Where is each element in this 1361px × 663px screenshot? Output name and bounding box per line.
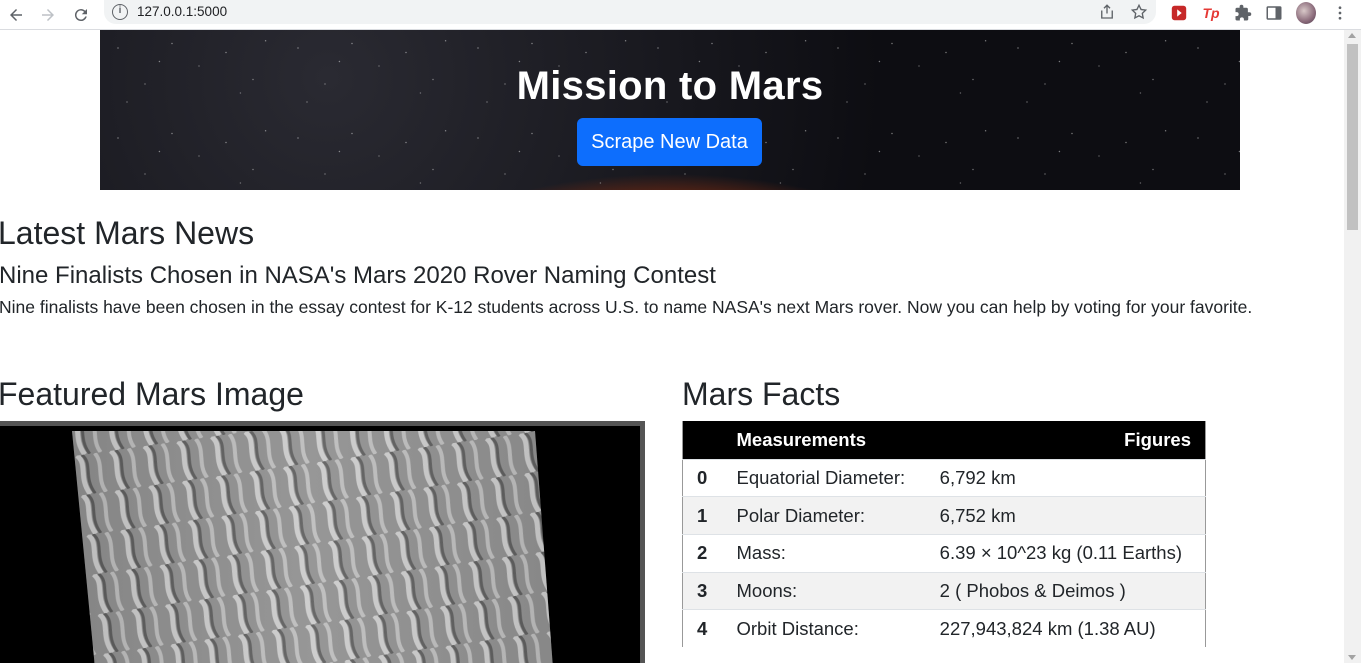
featured-image[interactable] xyxy=(0,421,645,663)
row-figure: 6.39 × 10^23 kg (0.11 Earths) xyxy=(925,533,1206,573)
row-figure: 6,792 km xyxy=(925,458,1206,497)
scroll-down-arrow-icon[interactable] xyxy=(1348,655,1356,660)
tp-extension-icon[interactable]: Tp xyxy=(1201,3,1221,23)
row-index: 1 xyxy=(682,496,723,535)
row-figure: 2 ( Phobos & Deimos ) xyxy=(925,571,1206,610)
scrape-new-data-button[interactable]: Scrape New Data xyxy=(577,118,762,166)
bookmark-star-icon[interactable] xyxy=(1130,3,1148,21)
stars-background xyxy=(100,30,1240,190)
row-index: 0 xyxy=(682,458,723,497)
row-measurement: Orbit Distance: xyxy=(722,609,926,648)
url-text: 127.0.0.1:5000 xyxy=(137,4,228,19)
news-title: Nine Finalists Chosen in NASA's Mars 202… xyxy=(0,262,716,289)
column-header-figures: Figures xyxy=(925,421,1206,459)
page-title: Mission to Mars xyxy=(516,64,824,108)
reload-icon[interactable] xyxy=(68,2,94,28)
mars-facts-table: Measurements Figures 0 Equatorial Diamet… xyxy=(682,421,1206,648)
row-index: 2 xyxy=(682,533,723,573)
row-measurement: Mass: xyxy=(722,533,926,573)
row-figure: 6,752 km xyxy=(925,496,1206,535)
address-bar[interactable]: i 127.0.0.1:5000 xyxy=(104,0,1156,24)
back-icon[interactable] xyxy=(3,2,29,28)
mars-dunes-image xyxy=(72,431,553,663)
row-measurement: Moons: xyxy=(722,571,926,610)
profile-avatar[interactable] xyxy=(1296,2,1316,24)
table-row: 2 Mass: 6.39 × 10^23 kg (0.11 Earths) xyxy=(682,533,1206,573)
row-figure: 227,943,824 km (1.38 AU) xyxy=(925,609,1206,648)
side-panel-icon[interactable] xyxy=(1264,3,1284,23)
table-row: 1 Polar Diameter: 6,752 km xyxy=(682,496,1206,535)
forward-icon[interactable] xyxy=(35,2,61,28)
mars-facts-heading: Mars Facts xyxy=(682,376,841,412)
extensions-puzzle-icon[interactable] xyxy=(1233,3,1253,23)
featured-image-heading: Featured Mars Image xyxy=(0,376,304,412)
site-info-icon[interactable]: i xyxy=(112,4,128,20)
row-measurement: Polar Diameter: xyxy=(722,496,926,535)
page-scrollbar[interactable] xyxy=(1344,30,1361,663)
hero-banner: Mission to Mars Scrape New Data xyxy=(100,30,1240,190)
share-icon[interactable] xyxy=(1098,3,1116,21)
row-index: 3 xyxy=(682,571,723,610)
scroll-up-arrow-icon[interactable] xyxy=(1348,33,1356,38)
table-row: 0 Equatorial Diameter: 6,792 km xyxy=(682,458,1206,497)
kebab-menu-icon[interactable] xyxy=(1330,3,1350,23)
column-header-measurements: Measurements xyxy=(722,421,926,459)
table-row: 3 Moons: 2 ( Phobos & Deimos ) xyxy=(682,571,1206,610)
video-extension-icon[interactable] xyxy=(1169,3,1189,23)
row-index: 4 xyxy=(682,609,723,648)
table-row: 4 Orbit Distance: 227,943,824 km (1.38 A… xyxy=(682,609,1206,648)
browser-toolbar: i 127.0.0.1:5000 Tp xyxy=(0,0,1361,30)
column-header-index xyxy=(682,421,723,459)
scrollbar-thumb[interactable] xyxy=(1347,44,1358,230)
news-paragraph: Nine finalists have been chosen in the e… xyxy=(0,297,1253,317)
row-measurement: Equatorial Diameter: xyxy=(722,458,926,497)
latest-news-heading: Latest Mars News xyxy=(0,215,255,251)
